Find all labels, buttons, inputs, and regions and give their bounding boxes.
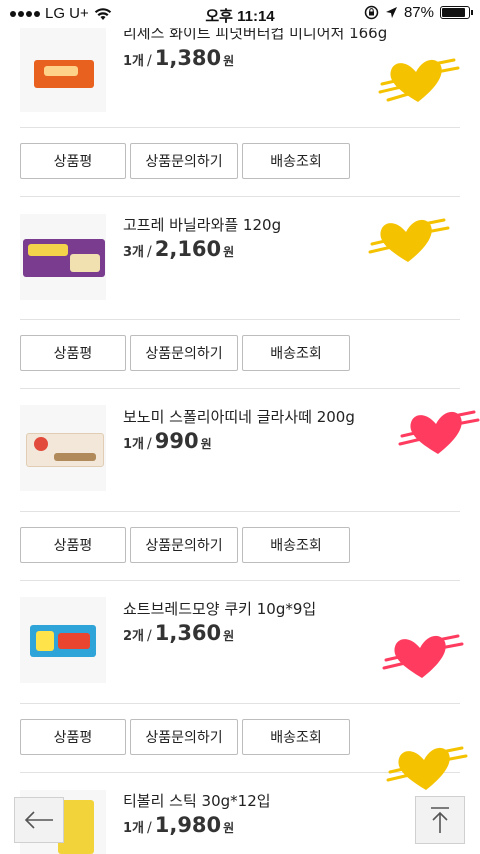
arrow-up-icon	[431, 807, 449, 833]
divider	[20, 196, 460, 197]
review-button[interactable]: 상품평	[20, 335, 126, 371]
product-image[interactable]	[20, 26, 106, 112]
price-line: 1개/1,380 원	[123, 46, 235, 70]
status-bar: LG U+ 오후 11:14 87%	[0, 0, 480, 28]
arrow-left-icon	[24, 811, 53, 829]
inquiry-button[interactable]: 상품문의하기	[130, 335, 238, 371]
inquiry-button[interactable]: 상품문의하기	[130, 143, 238, 179]
quantity: 1개	[123, 54, 145, 69]
location-icon	[385, 7, 397, 18]
rotation-lock-icon	[364, 5, 379, 20]
quantity: 1개	[123, 437, 145, 452]
quantity: 1개	[123, 821, 145, 836]
divider	[20, 703, 460, 704]
heart-icon	[382, 634, 464, 678]
product-image[interactable]	[20, 597, 106, 683]
divider	[20, 580, 460, 581]
quantity: 3개	[123, 245, 145, 260]
heart-icon	[368, 218, 450, 262]
price-amount: 990	[154, 429, 199, 453]
price-amount: 1,380	[154, 46, 222, 70]
delivery-tracking-button[interactable]: 배송조회	[242, 719, 350, 755]
product-image[interactable]	[20, 214, 106, 300]
product-name[interactable]: 쇼트브레드모양 쿠키 10g*9입	[123, 598, 316, 619]
divider	[20, 127, 460, 128]
inquiry-button[interactable]: 상품문의하기	[130, 719, 238, 755]
divider	[20, 388, 460, 389]
price-line: 2개/1,360 원	[123, 621, 235, 645]
price-line: 1개/990 원	[123, 429, 212, 453]
action-buttons: 상품평 상품문의하기 배송조회	[20, 719, 350, 755]
delivery-tracking-button[interactable]: 배송조회	[242, 335, 350, 371]
price-line: 3개/2,160 원	[123, 237, 235, 261]
review-button[interactable]: 상품평	[20, 143, 126, 179]
price-line: 1개/1,980 원	[123, 813, 235, 837]
price-amount: 1,360	[154, 621, 222, 645]
scroll-to-top-button[interactable]	[415, 796, 465, 844]
product-name[interactable]: 티볼리 스틱 30g*12입	[123, 790, 271, 811]
divider	[20, 319, 460, 320]
heart-icon	[398, 410, 480, 454]
price-amount: 2,160	[154, 237, 222, 261]
action-buttons: 상품평 상품문의하기 배송조회	[20, 143, 350, 179]
heart-icon	[378, 58, 460, 102]
battery-percent: 87%	[403, 4, 434, 21]
delivery-tracking-button[interactable]: 배송조회	[242, 143, 350, 179]
battery-icon	[440, 6, 473, 19]
quantity: 2개	[123, 629, 145, 644]
action-buttons: 상품평 상품문의하기 배송조회	[20, 335, 350, 371]
review-button[interactable]: 상품평	[20, 719, 126, 755]
product-name[interactable]: 고프레 바닐라와플 120g	[123, 214, 281, 235]
delivery-tracking-button[interactable]: 배송조회	[242, 527, 350, 563]
divider	[20, 511, 460, 512]
action-buttons: 상품평 상품문의하기 배송조회	[20, 527, 350, 563]
price-amount: 1,980	[154, 813, 222, 837]
inquiry-button[interactable]: 상품문의하기	[130, 527, 238, 563]
heart-icon	[386, 746, 468, 790]
back-button[interactable]	[14, 797, 64, 843]
review-button[interactable]: 상품평	[20, 527, 126, 563]
product-name[interactable]: 보노미 스폴리아띠네 글라사떼 200g	[123, 406, 355, 427]
product-image[interactable]	[20, 405, 106, 491]
